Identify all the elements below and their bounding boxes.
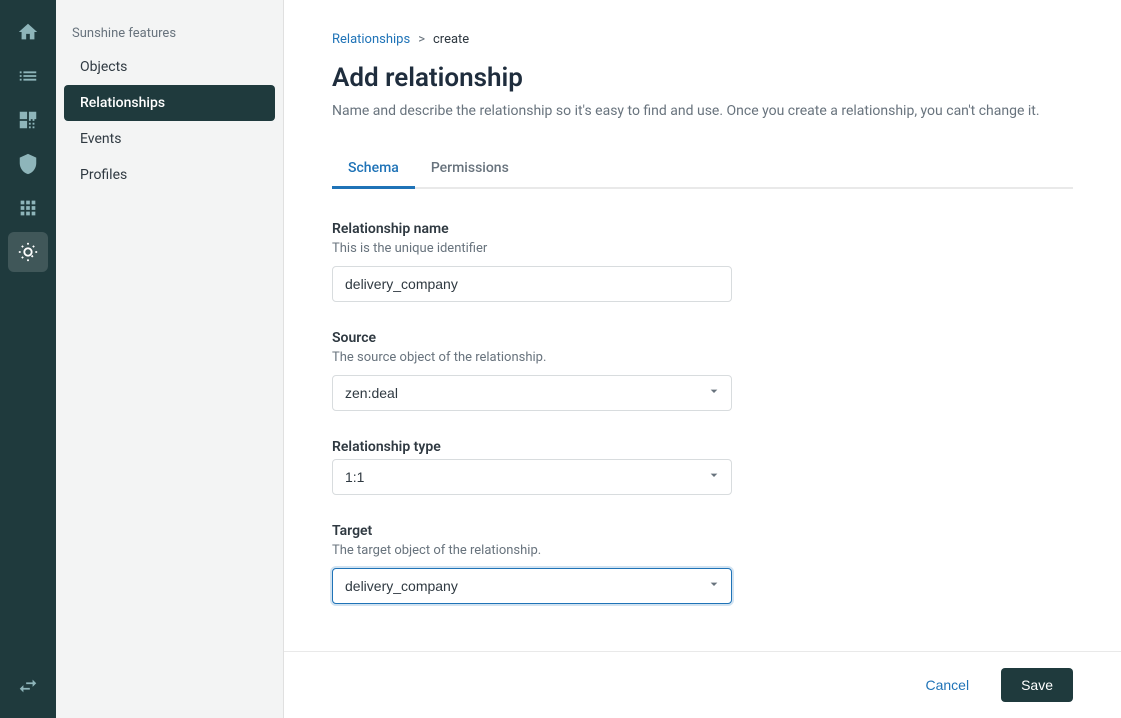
relationship-type-field: Relationship type 1:1 1:N N:N (332, 439, 732, 495)
breadcrumb-current: create (433, 32, 469, 47)
relationship-type-select-wrapper: 1:1 1:N N:N (332, 459, 732, 495)
target-field: Target The target object of the relation… (332, 523, 732, 604)
workspace-icon[interactable] (8, 100, 48, 140)
breadcrumb-separator: > (418, 32, 425, 47)
sidebar-item-relationships[interactable]: Relationships (64, 85, 275, 121)
sidebar-item-events[interactable]: Events (64, 121, 275, 157)
breadcrumb-link[interactable]: Relationships (332, 32, 410, 47)
footer: Cancel Save (284, 651, 1121, 718)
content-area: Relationships > create Add relationship … (284, 0, 1121, 651)
relationship-name-field: Relationship name This is the unique ide… (332, 221, 732, 302)
save-button[interactable]: Save (1001, 668, 1073, 702)
transfer-icon[interactable] (8, 666, 48, 706)
sidebar-section-title: Sunshine features (56, 8, 283, 49)
reporting-icon[interactable] (8, 56, 48, 96)
source-select[interactable]: zen:deal zen:user zen:ticket zen:organiz… (332, 375, 732, 411)
relationship-name-hint: This is the unique identifier (332, 241, 732, 256)
target-select-wrapper: delivery_company zen:user zen:ticket zen… (332, 568, 732, 604)
page-description: Name and describe the relationship so it… (332, 101, 1073, 122)
target-label: Target (332, 523, 732, 539)
cancel-button[interactable]: Cancel (905, 668, 989, 702)
home-icon[interactable] (8, 12, 48, 52)
tab-permissions[interactable]: Permissions (415, 150, 525, 189)
relationship-name-label: Relationship name (332, 221, 732, 237)
sidebar-item-profiles[interactable]: Profiles (64, 157, 275, 193)
sidebar-item-objects[interactable]: Objects (64, 49, 275, 85)
relationship-type-select[interactable]: 1:1 1:N N:N (332, 459, 732, 495)
source-select-wrapper: zen:deal zen:user zen:ticket zen:organiz… (332, 375, 732, 411)
source-field: Source The source object of the relation… (332, 330, 732, 411)
relationship-name-input[interactable] (332, 266, 732, 302)
target-select[interactable]: delivery_company zen:user zen:ticket zen… (332, 568, 732, 604)
tab-schema[interactable]: Schema (332, 150, 415, 189)
page-title: Add relationship (332, 63, 1073, 93)
sunshine-icon[interactable] (8, 232, 48, 272)
source-label: Source (332, 330, 732, 346)
relationship-type-label: Relationship type (332, 439, 732, 455)
main-content: Relationships > create Add relationship … (284, 0, 1121, 718)
breadcrumb: Relationships > create (332, 32, 1073, 47)
source-hint: The source object of the relationship. (332, 350, 732, 365)
sidebar: Sunshine features Objects Relationships … (56, 0, 284, 718)
icon-rail (0, 0, 56, 718)
apps-icon[interactable] (8, 188, 48, 228)
target-hint: The target object of the relationship. (332, 543, 732, 558)
tabs: Schema Permissions (332, 150, 1073, 189)
shield-icon[interactable] (8, 144, 48, 184)
